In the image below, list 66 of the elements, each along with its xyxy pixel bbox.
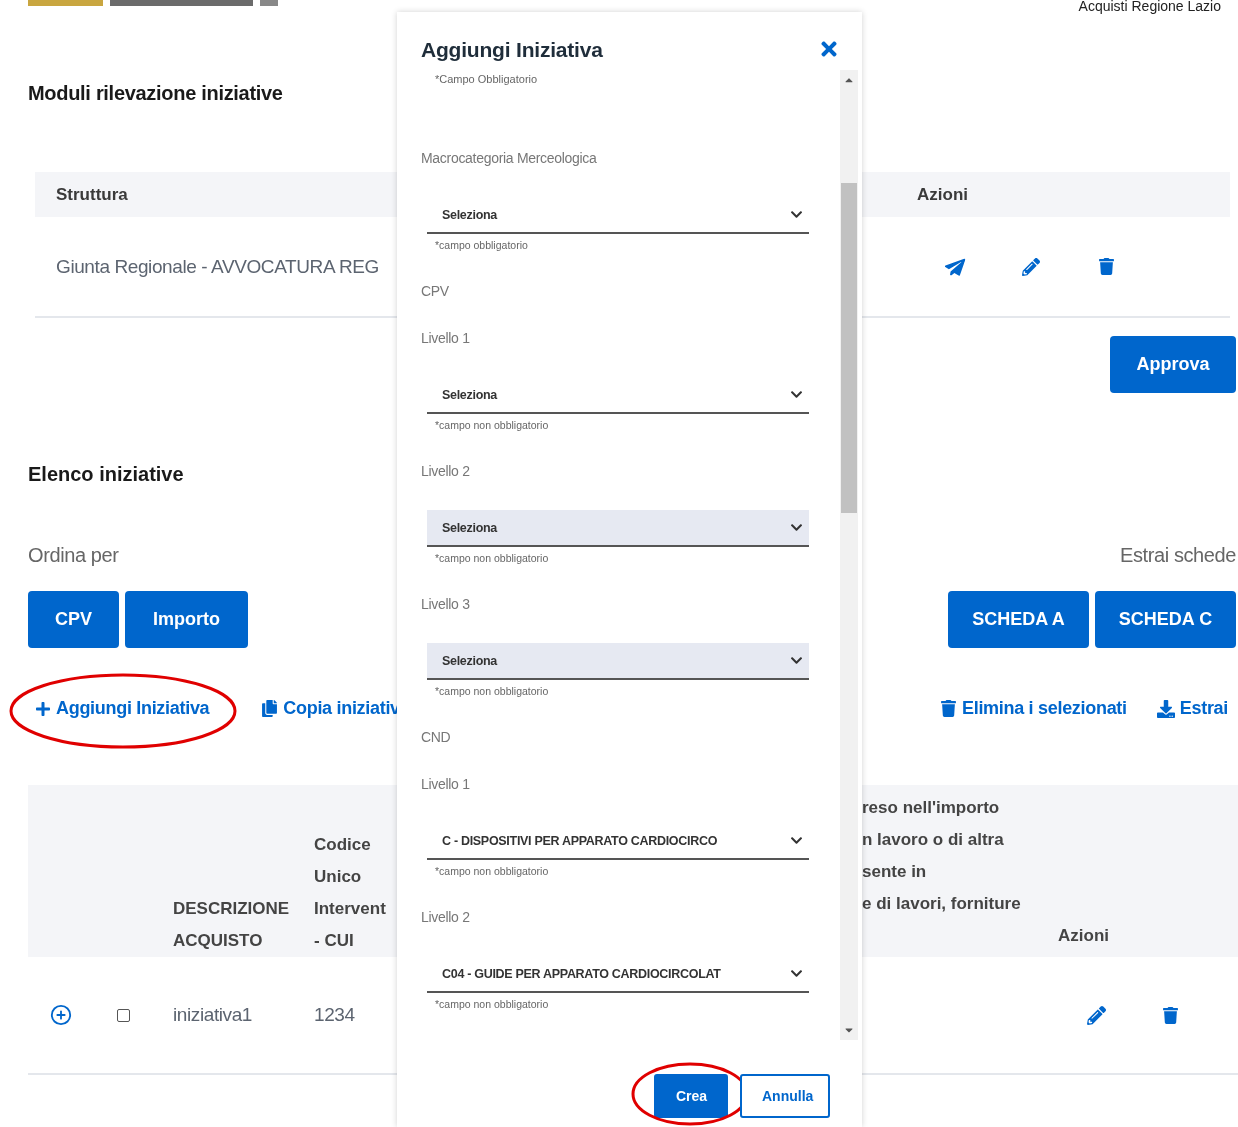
table-cell: iniziativa1 <box>173 1004 253 1026</box>
section-title: Elenco iniziative <box>28 462 184 486</box>
column-header: e di lavori, forniture <box>862 893 1022 915</box>
export-button[interactable]: SCHEDA C <box>1095 591 1236 648</box>
column-header: Struttura <box>56 184 128 205</box>
column-header: ACQUISTO <box>173 930 264 952</box>
field-hint: *campo non obbligatorio <box>434 997 550 1011</box>
chevron-icon <box>790 654 803 667</box>
edit-icon[interactable] <box>1022 257 1040 276</box>
section-label: CND <box>421 728 452 747</box>
field-label: Livello 3 <box>421 595 471 614</box>
logo[interactable] <box>28 0 278 6</box>
field-label: Macrocategoria Merceologica <box>421 149 598 168</box>
chevron-icon <box>790 834 803 847</box>
sort-button[interactable]: Importo <box>125 591 248 648</box>
chevron-icon <box>790 388 803 401</box>
column-header: Azioni <box>1057 925 1110 947</box>
delete-icon[interactable] <box>1098 258 1115 275</box>
action-link[interactable]: Estrai <box>1156 698 1228 719</box>
approve-button[interactable]: Approva <box>1110 336 1236 393</box>
chevron-icon <box>790 967 803 980</box>
expand-icon[interactable] <box>49 1004 72 1026</box>
column-header: n lavoro o di altra <box>862 829 1005 851</box>
required-note: *Campo Obbligatorio <box>434 73 539 85</box>
sort-label: Ordina per <box>28 544 119 567</box>
field-hint: *campo obbligatorio <box>434 238 529 252</box>
dialog-title: Aggiungi Iniziativa <box>421 38 603 62</box>
field-label: Livello 1 <box>421 775 471 794</box>
action-link[interactable]: Copia iniziativ <box>261 698 400 719</box>
export-button[interactable]: SCHEDA A <box>948 591 1089 648</box>
page-title: Moduli rilevazione iniziative <box>28 80 283 105</box>
chevron-icon <box>790 521 803 534</box>
field-hint: *campo non obbligatorio <box>434 864 550 878</box>
action-link[interactable]: Elimina i selezionati <box>940 698 1127 719</box>
field-hint: *campo non obbligatorio <box>434 418 550 432</box>
column-header: - CUI <box>314 930 355 952</box>
field-label: Livello 2 <box>421 462 471 481</box>
sort-button[interactable]: CPV <box>28 591 119 648</box>
table-cell: Giunta Regionale - AVVOCATURA REG <box>56 255 379 278</box>
field-hint: *campo non obbligatorio <box>434 684 550 698</box>
copy-icon <box>261 700 279 717</box>
section-label: CPV <box>421 282 450 301</box>
column-header: DESCRIZIONE <box>173 898 291 920</box>
column-header: reso nell'importo <box>862 797 1001 819</box>
column-header: Unico <box>314 866 363 888</box>
delete-icon[interactable] <box>1162 1006 1179 1024</box>
create-button[interactable]: Crea <box>654 1074 728 1118</box>
column-header: Codice <box>314 834 372 856</box>
plus-icon <box>35 700 51 717</box>
site-name: Acquisti Regione Lazio <box>1078 0 1222 12</box>
field-hint: *campo non obbligatorio <box>434 551 550 565</box>
chevron-icon <box>790 208 803 221</box>
row-checkbox[interactable] <box>116 1008 130 1022</box>
edit-icon[interactable] <box>1087 1005 1106 1025</box>
column-header: Azioni <box>917 184 968 205</box>
export-label: Estrai schede <box>1120 544 1236 567</box>
download-icon <box>1156 699 1175 718</box>
cancel-button[interactable]: Annulla <box>740 1074 830 1118</box>
column-header: sente in <box>862 861 928 883</box>
column-header: Intervent <box>314 898 387 920</box>
send-icon[interactable] <box>945 257 964 276</box>
field-label: Livello 2 <box>421 908 471 927</box>
trash-icon <box>940 700 957 717</box>
scrollbar[interactable] <box>840 70 858 1040</box>
table-cell: 1234 <box>314 1004 355 1026</box>
field-label: Livello 1 <box>421 329 471 348</box>
